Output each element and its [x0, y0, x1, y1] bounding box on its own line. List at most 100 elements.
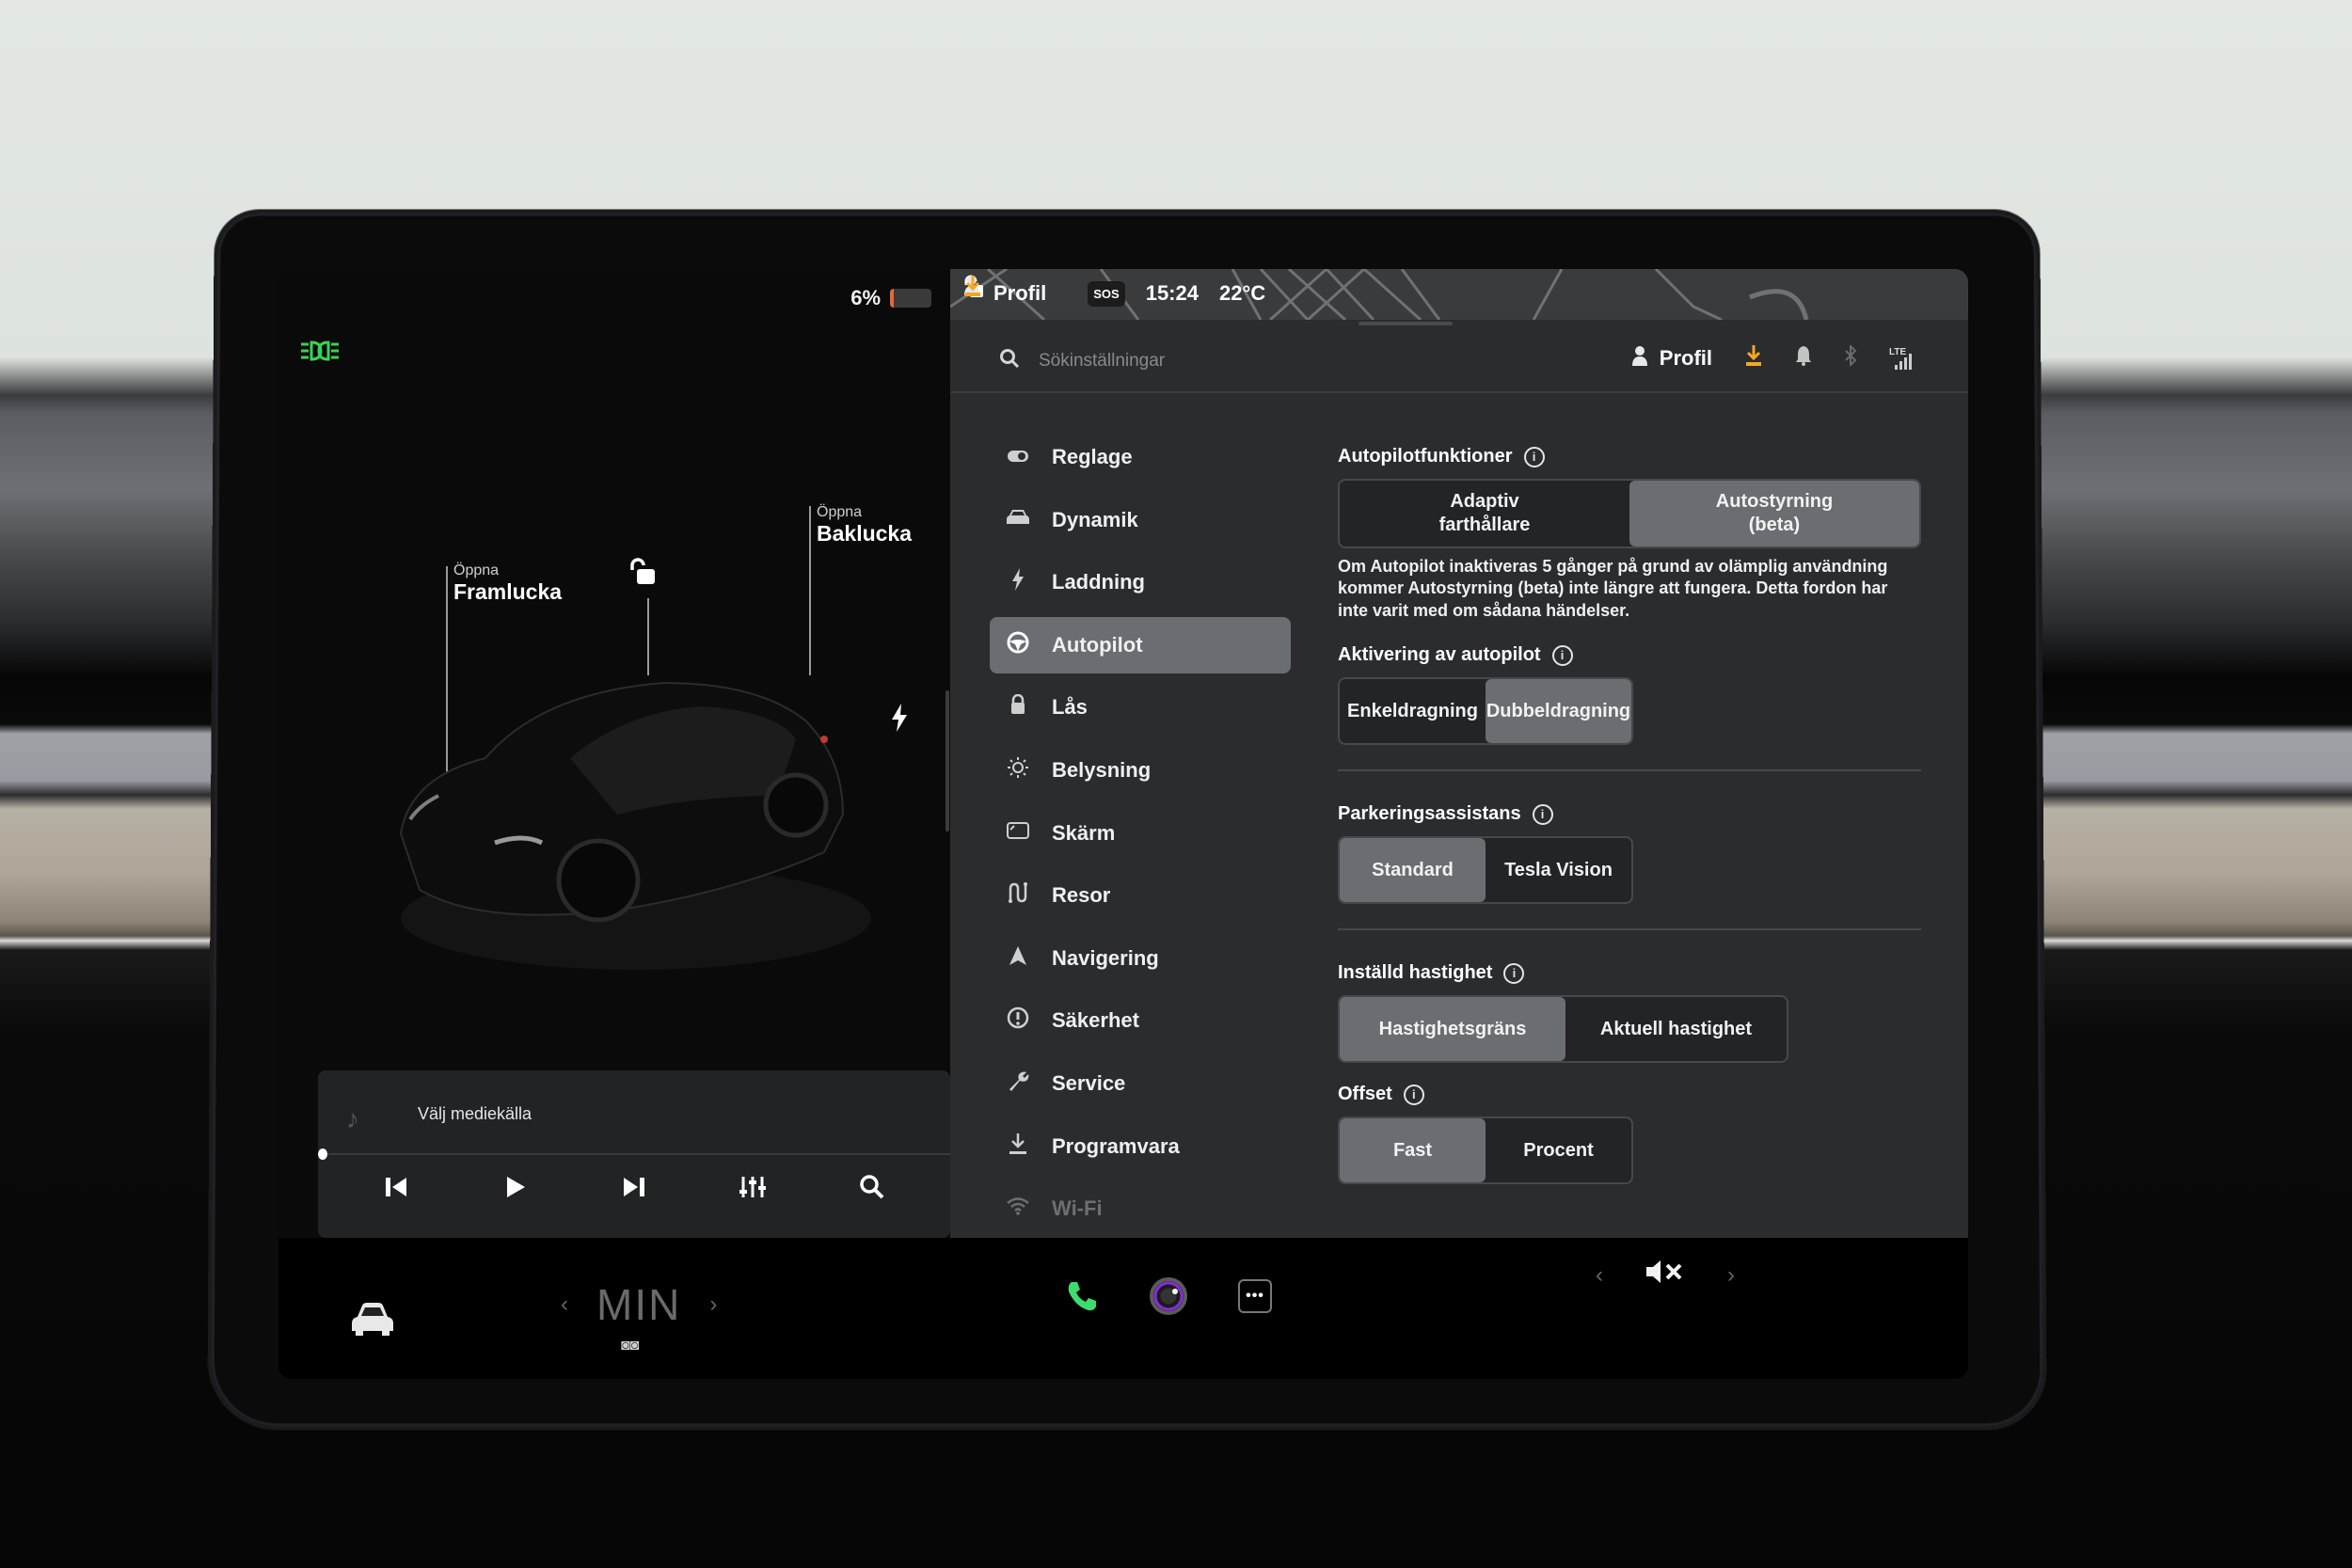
- download-icon[interactable]: [1744, 344, 1763, 372]
- dashcam-app-button[interactable]: [1146, 1274, 1191, 1319]
- headlights-on-icon: [299, 339, 341, 370]
- option-autosteer-beta[interactable]: Autostyrning (beta): [1629, 481, 1919, 546]
- sidebar-item-wi-fi[interactable]: Wi-Fi: [990, 1180, 1291, 1237]
- previous-track-icon[interactable]: [368, 1175, 424, 1207]
- choose-media-source-button[interactable]: Välj mediekälla: [418, 1104, 532, 1124]
- muted-speaker-icon[interactable]: [1645, 1259, 1686, 1291]
- info-icon[interactable]: i: [1551, 644, 1573, 666]
- section-title: Offset: [1338, 1084, 1392, 1105]
- info-icon[interactable]: i: [1523, 446, 1545, 467]
- sidebar-item-autopilot[interactable]: Autopilot: [990, 616, 1291, 673]
- autopilot-activation-heading: Aktivering av autopilot i: [1338, 644, 1921, 666]
- car-icon: [1005, 508, 1031, 532]
- info-icon[interactable]: i: [1403, 1084, 1424, 1105]
- sidebar-item-dynamik[interactable]: Dynamik: [990, 492, 1291, 548]
- sidebar-item-laddning[interactable]: Laddning: [990, 554, 1291, 610]
- sidebar-item-navigering[interactable]: Navigering: [990, 930, 1291, 987]
- seat-heater-icon[interactable]: ◙◙: [621, 1338, 639, 1354]
- section-divider: [1338, 769, 1921, 772]
- route-icon: [1005, 881, 1031, 910]
- section-title: Aktivering av autopilot: [1338, 644, 1541, 666]
- lightning-icon: [1005, 568, 1031, 596]
- media-player: ♪ Välj mediekälla: [318, 1070, 950, 1238]
- progress-knob[interactable]: [318, 1148, 327, 1160]
- media-progress-bar[interactable]: [318, 1148, 950, 1160]
- bluetooth-icon[interactable]: [1844, 343, 1857, 372]
- sidebar-item-reglage[interactable]: Reglage: [990, 429, 1291, 485]
- car-panel-scrollbar[interactable]: [946, 690, 949, 832]
- charge-port-lightning-icon[interactable]: [890, 704, 909, 738]
- trunk-leader-line: [809, 506, 811, 675]
- steering-wheel-icon: [1005, 631, 1031, 659]
- download-icon: [1005, 1132, 1031, 1161]
- sos-button[interactable]: SOS: [1088, 280, 1125, 307]
- parking-assist-selector: Standard Tesla Vision: [1338, 836, 1633, 905]
- sidebar-item-programvara[interactable]: Programvara: [990, 1118, 1291, 1175]
- battery-icon: [890, 289, 931, 308]
- info-icon[interactable]: i: [1532, 803, 1553, 825]
- open-frunk-button[interactable]: Öppna Framlucka: [453, 562, 562, 605]
- next-track-icon[interactable]: [606, 1175, 662, 1207]
- sidebar-item-lås[interactable]: Lås: [990, 679, 1291, 736]
- toggle-icon: [1005, 447, 1031, 468]
- section-title: Autopilotfunktioner: [1338, 446, 1513, 467]
- sidebar-item-resor[interactable]: Resor: [990, 867, 1291, 924]
- autopilot-settings: Autopilotfunktioner i Adaptiv farthållare…: [1338, 446, 1921, 1185]
- car-icon[interactable]: [350, 1300, 395, 1346]
- wrench-icon: [1005, 1069, 1031, 1098]
- sidebar-item-label: Wi-Fi: [1052, 1196, 1103, 1221]
- media-search-icon[interactable]: [844, 1174, 900, 1208]
- sidebar-item-label: Lås: [1052, 695, 1088, 720]
- sidebar-item-label: Dynamik: [1052, 507, 1138, 531]
- person-icon: [1631, 345, 1648, 372]
- section-title: Parkeringsassistans: [1338, 803, 1521, 825]
- settings-pane: Profil SOS 15:24 22°C Sökinställningar P…: [950, 269, 1968, 1238]
- car-model-image[interactable]: [382, 655, 890, 974]
- battery-indicator: 6%: [850, 286, 931, 310]
- set-speed-selector: Hastighetsgräns Aktuell hastighet: [1338, 995, 1788, 1064]
- option-hastighetsgräns[interactable]: Hastighetsgräns: [1340, 997, 1565, 1062]
- option-aktuell-hastighet[interactable]: Aktuell hastighet: [1565, 997, 1787, 1061]
- option-tesla-vision[interactable]: Tesla Vision: [1486, 838, 1631, 902]
- set-speed-heading: Inställd hastighet i: [1338, 962, 1921, 984]
- sidebar-item-label: Service: [1052, 1070, 1126, 1095]
- sidebar-item-label: Resor: [1052, 883, 1111, 908]
- sidebar-item-label: Säkerhet: [1052, 1008, 1139, 1033]
- drawer-drag-handle[interactable]: [1359, 322, 1453, 325]
- settings-search-input[interactable]: [1039, 351, 1321, 372]
- settings-search[interactable]: [999, 348, 1321, 374]
- parking-assist-heading: Parkeringsassistans i: [1338, 803, 1921, 825]
- open-trunk-button[interactable]: Öppna Baklucka: [817, 504, 912, 546]
- play-icon[interactable]: [487, 1175, 544, 1207]
- unlocked-padlock-icon[interactable]: [628, 557, 657, 592]
- temp-increase-chevron-icon[interactable]: ›: [709, 1291, 717, 1318]
- sidebar-item-service[interactable]: Service: [990, 1055, 1291, 1112]
- autopilot-strikeout-notice: Om Autopilot inaktiveras 5 gånger på gru…: [1338, 557, 1888, 620]
- profile-button[interactable]: Profil: [1631, 345, 1712, 372]
- option-fast[interactable]: Fast: [1340, 1118, 1486, 1183]
- option-adaptive-cruise-control[interactable]: Adaptiv farthållare: [1340, 481, 1629, 546]
- sidebar-item-skärm[interactable]: Skärm: [990, 805, 1291, 862]
- option-enkeldragning[interactable]: Enkeldragning: [1340, 679, 1486, 743]
- sidebar-item-belysning[interactable]: Belysning: [990, 742, 1291, 799]
- trunk-label: Baklucka: [817, 521, 913, 546]
- autopilot-features-heading: Autopilotfunktioner i: [1338, 446, 1921, 467]
- option-procent[interactable]: Procent: [1486, 1118, 1631, 1182]
- volume-up-chevron-icon[interactable]: ›: [1727, 1262, 1735, 1289]
- sidebar-item-säkerhet[interactable]: Säkerhet: [990, 992, 1291, 1049]
- status-profile-button[interactable]: Profil: [964, 276, 1046, 306]
- option-standard[interactable]: Standard: [1340, 838, 1486, 903]
- bell-icon[interactable]: [1795, 345, 1812, 372]
- temp-decrease-chevron-icon[interactable]: ‹: [561, 1291, 568, 1318]
- more-apps-button[interactable]: •••: [1232, 1274, 1278, 1319]
- sidebar-item-label: Belysning: [1052, 757, 1152, 782]
- cabin-temperature[interactable]: MIN: [596, 1279, 681, 1330]
- phone-icon[interactable]: [1059, 1274, 1104, 1319]
- info-icon[interactable]: i: [1503, 962, 1525, 984]
- map-strip[interactable]: Profil SOS 15:24 22°C: [950, 269, 1968, 320]
- offset-heading: Offset i: [1338, 1084, 1921, 1105]
- volume-down-chevron-icon[interactable]: ‹: [1596, 1262, 1603, 1289]
- sidebar-item-label: Laddning: [1052, 570, 1145, 594]
- option-dubbeldragning[interactable]: Dubbeldragning: [1486, 679, 1631, 744]
- equalizer-icon[interactable]: [724, 1175, 781, 1207]
